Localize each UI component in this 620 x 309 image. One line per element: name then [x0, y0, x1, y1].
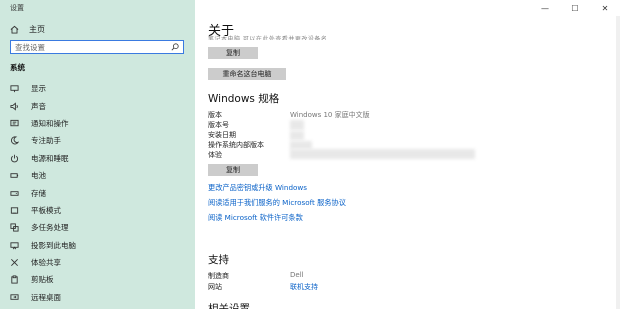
sidebar-item-label: 存储: [31, 188, 46, 198]
spec-label: 版本号: [208, 121, 229, 129]
sidebar-item-projecting[interactable]: 投影到此电脑: [0, 237, 195, 254]
projector-icon: [10, 242, 19, 250]
link-services-agreement[interactable]: 阅读适用于我们服务的 Microsoft 服务协议: [208, 198, 346, 208]
sidebar-section-title: 系统: [10, 63, 25, 72]
sidebar-item-label: 剪贴板: [31, 275, 54, 285]
tablet-icon: [10, 207, 19, 214]
redacted-block: [290, 131, 304, 140]
spec-label: 安装日期: [208, 131, 236, 139]
clipboard-icon: [11, 275, 18, 285]
home-icon: [10, 25, 19, 34]
sidebar-item-label: 体验共享: [31, 258, 61, 268]
spec-label: 版本: [208, 111, 222, 119]
sidebar-item-focus-assist[interactable]: 专注助手: [0, 132, 195, 149]
redacted-block: [290, 120, 304, 130]
sidebar-item-label: 远程桌面: [31, 292, 61, 302]
sidebar-item-storage[interactable]: 存储: [0, 184, 195, 201]
spec-row-version: 版本号: [208, 120, 508, 130]
moon-icon: [10, 136, 19, 145]
search-icon[interactable]: [171, 43, 179, 51]
sidebar-item-home[interactable]: 主页: [10, 24, 45, 35]
support-row-manufacturer: 制造商 Dell: [208, 271, 408, 281]
storage-icon: [10, 190, 19, 196]
scrollbar[interactable]: [616, 16, 620, 309]
maximize-button[interactable]: ☐: [560, 0, 590, 16]
sidebar-item-remote-desktop[interactable]: 远程桌面: [0, 289, 195, 306]
spec-label: 体验: [208, 151, 222, 159]
shared-experience-icon: [11, 259, 18, 267]
sidebar-item-shared-experiences[interactable]: 体验共享: [0, 254, 195, 271]
spec-value: Windows 10 家庭中文版: [290, 111, 370, 119]
support-label: 制造商: [208, 272, 229, 280]
sidebar-nav: 显示 声音 通知和操作 专注助手 电源和睡眠 电池 存储 平板模式 多任务处理 …: [0, 80, 195, 306]
sidebar-item-power-sleep[interactable]: 电源和睡眠: [0, 150, 195, 167]
minimize-button[interactable]: —: [530, 0, 560, 16]
support-heading: 支持: [208, 254, 229, 266]
sidebar-item-tablet-mode[interactable]: 平板模式: [0, 202, 195, 219]
sidebar-item-display[interactable]: 显示: [0, 80, 195, 97]
related-settings-heading: 相关设置: [208, 303, 250, 309]
window-controls: — ☐ ✕: [530, 0, 620, 16]
windows-spec-heading: Windows 规格: [208, 93, 280, 105]
copy-spec-button[interactable]: 复制: [208, 164, 258, 176]
support-label: 网站: [208, 283, 222, 291]
speaker-icon: [10, 101, 18, 111]
copy-device-info-button[interactable]: 复制: [208, 47, 258, 59]
search-input[interactable]: [15, 42, 155, 52]
support-row-website: 网站 联机支持: [208, 282, 408, 292]
display-icon: [10, 85, 19, 93]
multitask-icon: [10, 223, 19, 232]
sidebar-item-label: 专注助手: [31, 136, 61, 146]
rename-pc-button[interactable]: 重命名这台电脑: [208, 68, 286, 80]
sidebar: 设置 主页 系统 显示 声音 通知和操作 专注助手 电源和睡眠: [0, 0, 195, 309]
sidebar-item-label: 平板模式: [31, 205, 61, 215]
sidebar-item-label: 电池: [31, 171, 46, 181]
spec-label: 操作系统内部版本: [208, 141, 264, 149]
support-value: Dell: [290, 271, 304, 279]
online-support-link[interactable]: 联机支持: [290, 282, 318, 292]
sidebar-item-sound[interactable]: 声音: [0, 97, 195, 114]
power-icon: [10, 154, 19, 163]
sidebar-item-label: 声音: [31, 101, 46, 111]
sidebar-item-label: 显示: [31, 84, 46, 94]
home-label: 主页: [29, 25, 45, 34]
spec-row-install-date: 安装日期: [208, 130, 508, 140]
remote-desktop-icon: [10, 294, 19, 300]
sidebar-item-label: 电源和睡眠: [31, 153, 69, 163]
sidebar-item-clipboard[interactable]: 剪贴板: [0, 271, 195, 288]
search-box[interactable]: [10, 40, 184, 54]
battery-icon: [10, 173, 19, 178]
close-button[interactable]: ✕: [590, 0, 620, 16]
sidebar-item-label: 通知和操作: [31, 118, 69, 128]
window-title: 设置: [10, 4, 24, 12]
redacted-block: [290, 141, 312, 149]
link-license-terms[interactable]: 阅读 Microsoft 软件许可条款: [208, 213, 303, 223]
device-info-text: 笔记本电脑 可以在此处查看并更改设备名: [208, 36, 328, 40]
main-content: — ☐ ✕ 关于 笔记本电脑 可以在此处查看并更改设备名 复制 重命名这台电脑 …: [195, 0, 620, 309]
notification-icon: [10, 119, 19, 127]
sidebar-item-notifications[interactable]: 通知和操作: [0, 115, 195, 132]
link-change-product-key[interactable]: 更改产品密钥或升级 Windows: [208, 183, 307, 193]
sidebar-item-battery[interactable]: 电池: [0, 167, 195, 184]
spec-row-edition: 版本 Windows 10 家庭中文版: [208, 110, 508, 120]
sidebar-item-label: 投影到此电脑: [31, 240, 76, 250]
redacted-block: [290, 149, 475, 159]
sidebar-item-multitasking[interactable]: 多任务处理: [0, 219, 195, 236]
sidebar-item-label: 多任务处理: [31, 223, 69, 233]
